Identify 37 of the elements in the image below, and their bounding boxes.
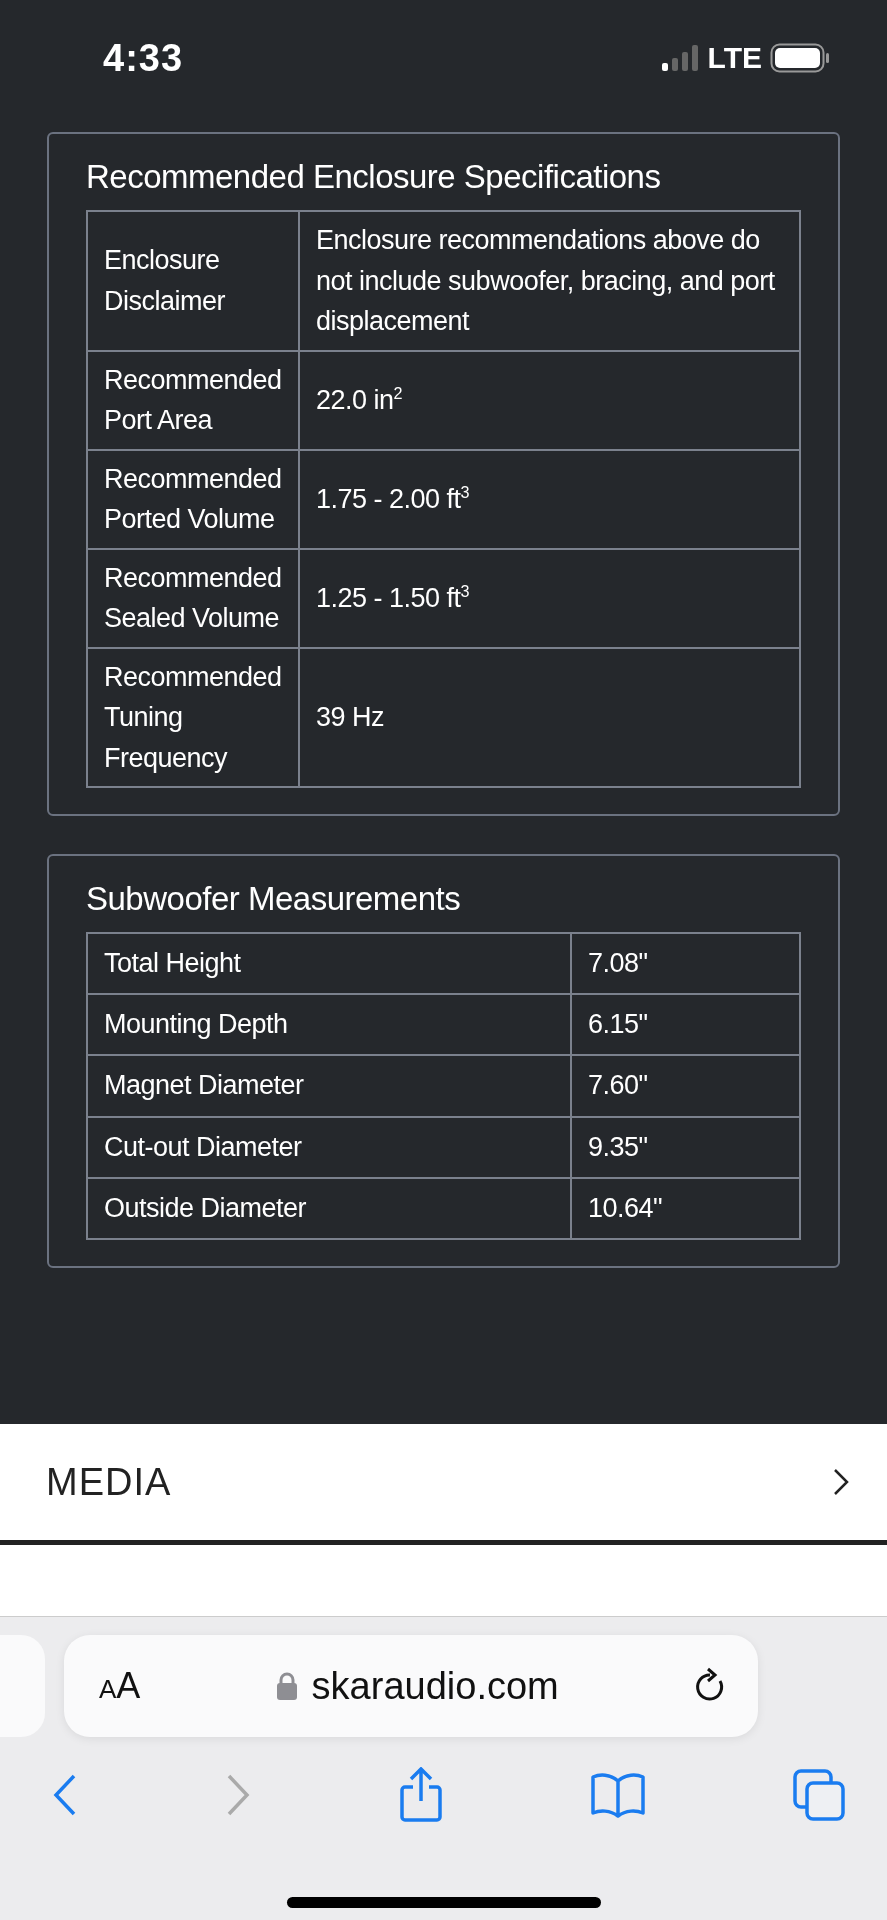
table-cell: 1.25 - 1.50 ft$^{3}$ (299, 548, 800, 648)
address-bar[interactable]: AA skaraudio.com (64, 1635, 758, 1737)
book-icon[interactable] (589, 1771, 646, 1819)
table-cell: 10.64" (571, 1177, 800, 1239)
table-cell: Total Height (87, 933, 571, 995)
table-cell: 7.60" (571, 1055, 800, 1117)
table-cell: 6.15" (571, 994, 800, 1056)
table-cell: Enclosure Disclaimer (87, 211, 299, 351)
table-cell: Enclosure recommendations above do not include subwoofer, bracing, and port displacement (299, 211, 800, 351)
section-label: MEDIA (46, 1460, 172, 1504)
signal-icon (661, 45, 700, 71)
battery-icon (770, 43, 830, 73)
back-icon[interactable] (52, 1773, 78, 1817)
table-cell: Magnet Diameter (87, 1055, 571, 1117)
table-cell: Recommended Port Area (87, 350, 299, 450)
table-cell: 7.08" (571, 933, 800, 995)
table-cell: Outside Diameter (87, 1177, 571, 1239)
table-cell: Recommended Sealed Volume (87, 548, 299, 648)
table-cell: Recommended Tuning Frequency (87, 647, 299, 787)
text-size-button[interactable]: AA (99, 1665, 141, 1707)
table-cell: Recommended Ported Volume (87, 449, 299, 549)
chevron-right-icon (833, 1468, 849, 1496)
table-cell: Cut-out Diameter (87, 1116, 571, 1178)
clock-time: 4:33 (103, 36, 184, 80)
table-cell: 22.0 in$^{2}$ (299, 350, 800, 450)
url-text: skaraudio.com (311, 1664, 559, 1708)
share-icon[interactable] (398, 1767, 443, 1823)
table-cell: 1.75 - 2.00 ft$^{3}$ (299, 449, 800, 549)
network-label: LTE (707, 41, 762, 75)
tabs-icon[interactable] (793, 1769, 845, 1821)
forward-icon[interactable] (225, 1773, 252, 1817)
table-cell: 39 Hz (299, 647, 800, 787)
table-cell: Mounting Depth (87, 994, 571, 1056)
section-title: Recommended Enclosure Specifications (86, 158, 662, 196)
table-cell: 9.35" (571, 1116, 800, 1178)
lock-icon (275, 1671, 298, 1701)
section-title: Subwoofer Measurements (86, 880, 462, 918)
